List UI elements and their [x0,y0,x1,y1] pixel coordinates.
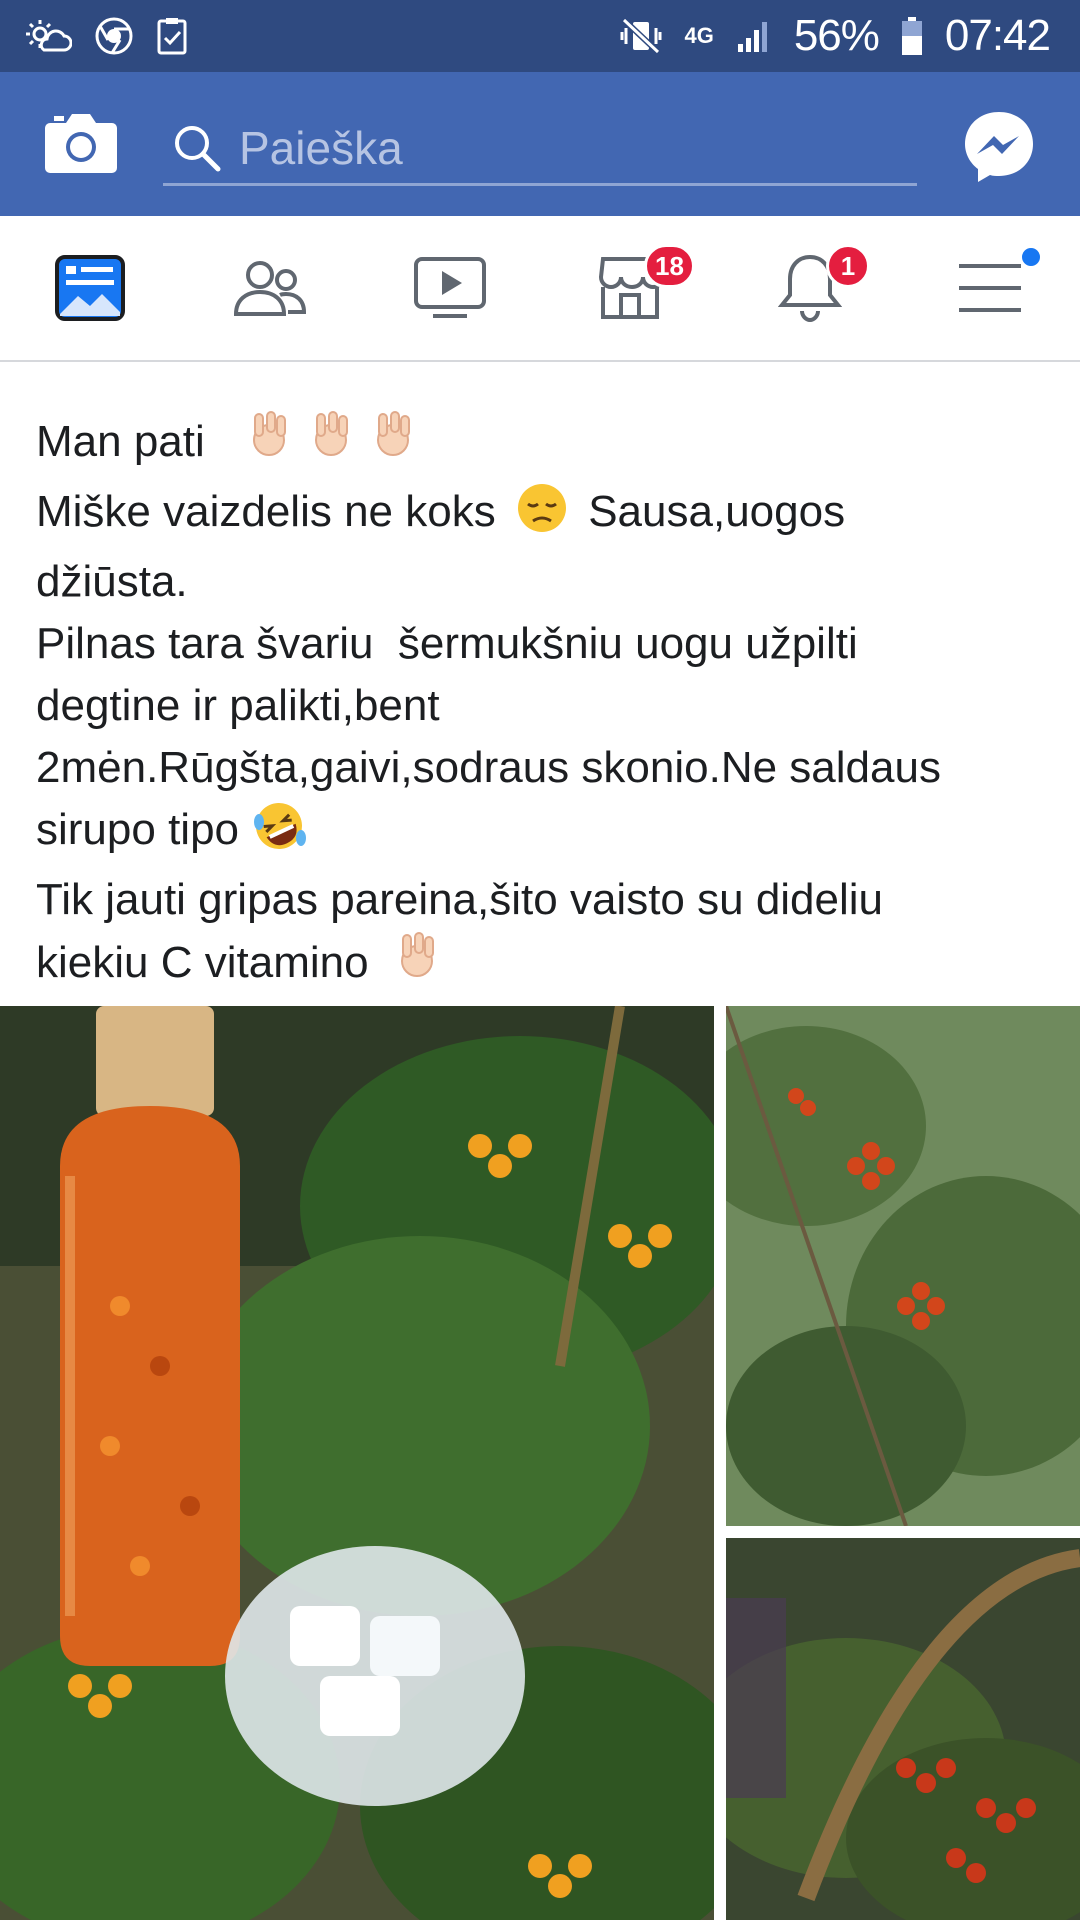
camera-icon [45,114,117,173]
post-text-segment: sirupo tipo [36,805,240,854]
tab-marketplace[interactable]: 18 [540,216,720,360]
post-line-9: kiekiu C vitamino [36,931,1046,1002]
messenger-button[interactable] [961,108,1037,184]
app-header [0,72,1080,216]
news-feed-icon [55,255,125,321]
menu-update-dot [1020,246,1042,268]
tab-friends[interactable] [180,216,360,360]
post-text-segment: kiekiu C vitamino [36,938,369,987]
rowan-berry-bottle-photo[interactable] [0,1006,714,1920]
weather-icon [26,16,72,56]
video-icon [414,257,486,318]
vibrate-mute-icon [620,16,662,56]
post-line-5: degtine ir palikti,bent [36,681,440,730]
post-line-8: Tik jauti gripas pareina,šito vaisto su … [36,875,884,924]
status-bar: 4G 56% 07:42 [0,0,1080,72]
post-text-segment: Man pati [36,417,205,466]
nav-tabs: 18 1 [0,216,1080,362]
post-text-segment: Sausa,uogos [588,487,846,536]
tab-notifications[interactable]: 1 [720,216,900,360]
network-type-label: 4G [684,23,714,48]
menu-icon [959,264,1021,312]
messenger-icon [965,112,1033,182]
tab-menu[interactable] [900,216,1080,360]
tab-news-feed[interactable] [0,216,180,360]
chrome-icon [94,16,134,56]
post-line-3: džiūsta. [36,557,188,606]
battery-percent: 56% [793,11,880,60]
post-line-4: Pilnas tara švariu šermukšniu uogu užpil… [36,619,858,668]
post-line-1: Man pati [36,410,1046,481]
marketplace-badge: 18 [644,244,695,288]
search-input[interactable] [239,120,879,175]
pensive-face-emoji [514,482,570,551]
status-right-icons: 4G 56% 07:42 [620,0,1051,72]
search-bar[interactable] [163,112,917,186]
search-icon [171,122,223,174]
berry-basket-photo[interactable] [726,1538,1080,1920]
post-line-6: 2mėn.Rūgšta,gaivi,sodraus skonio.Ne sald… [36,743,941,792]
battery-icon [901,16,923,56]
post-text-segment: Miške vaizdelis ne koks [36,487,496,536]
tab-watch[interactable] [360,216,540,360]
clock: 07:42 [944,11,1051,60]
post-line-7: sirupo tipo [36,799,1046,869]
rolling-laughing-emoji [251,800,307,869]
friends-icon [233,261,307,316]
status-left-icons [26,0,188,72]
camera-button[interactable] [44,106,118,180]
ok-hand-emoji [395,931,441,1002]
signal-icon [736,18,772,54]
notifications-badge: 1 [826,244,870,288]
post-text: Man pati Miške vaizdelis ne koks Sausa,u… [36,410,1046,1002]
network-4g-icon: 4G [684,25,713,47]
ok-hand-emoji [247,410,421,481]
post-line-2: Miške vaizdelis ne koks Sausa,uogos [36,481,1046,551]
checklist-icon [156,16,188,56]
rowan-tree-photo[interactable] [726,1006,1080,1526]
